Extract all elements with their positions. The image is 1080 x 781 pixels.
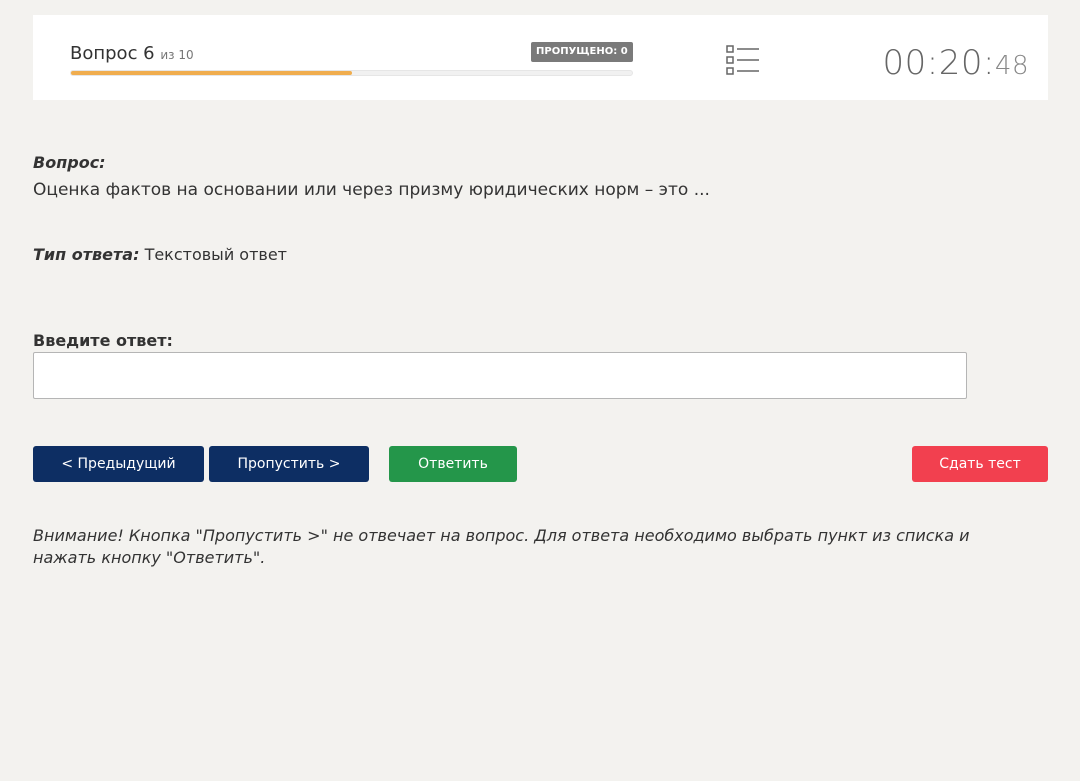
answer-button[interactable]: Ответить <box>389 446 517 482</box>
answer-type-value: Текстовый ответ <box>144 245 287 264</box>
question-list-icon <box>726 45 759 75</box>
timer: 00:20:48 <box>882 43 1029 83</box>
question-counter: Вопрос 6 из 10 <box>70 43 194 64</box>
answer-input[interactable] <box>33 352 967 399</box>
answer-type: Тип ответа: Текстовый ответ <box>33 245 287 264</box>
question-text: Оценка фактов на основании или через при… <box>33 180 710 200</box>
timer-seconds: 48 <box>994 51 1029 81</box>
previous-button[interactable]: < Предыдущий <box>33 446 204 482</box>
answer-input-label: Введите ответ: <box>33 331 173 350</box>
question-number: Вопрос 6 <box>70 43 155 64</box>
question-label: Вопрос: <box>33 153 106 172</box>
test-header: Вопрос 6 из 10 ПРОПУЩЕНО: 0 00:20:48 <box>33 15 1048 100</box>
skipped-badge: ПРОПУЩЕНО: 0 <box>531 42 633 62</box>
question-total: из 10 <box>160 48 194 62</box>
skip-button[interactable]: Пропустить > <box>209 446 369 482</box>
list-icon[interactable] <box>726 45 760 75</box>
skip-notice: Внимание! Кнопка "Пропустить >" не отвеч… <box>33 526 970 567</box>
progress-fill <box>71 71 352 75</box>
submit-test-button[interactable]: Сдать тест <box>912 446 1048 482</box>
timer-main: 00:20: <box>882 43 995 83</box>
answer-type-label: Тип ответа: <box>33 245 140 264</box>
progress-bar <box>70 70 633 76</box>
